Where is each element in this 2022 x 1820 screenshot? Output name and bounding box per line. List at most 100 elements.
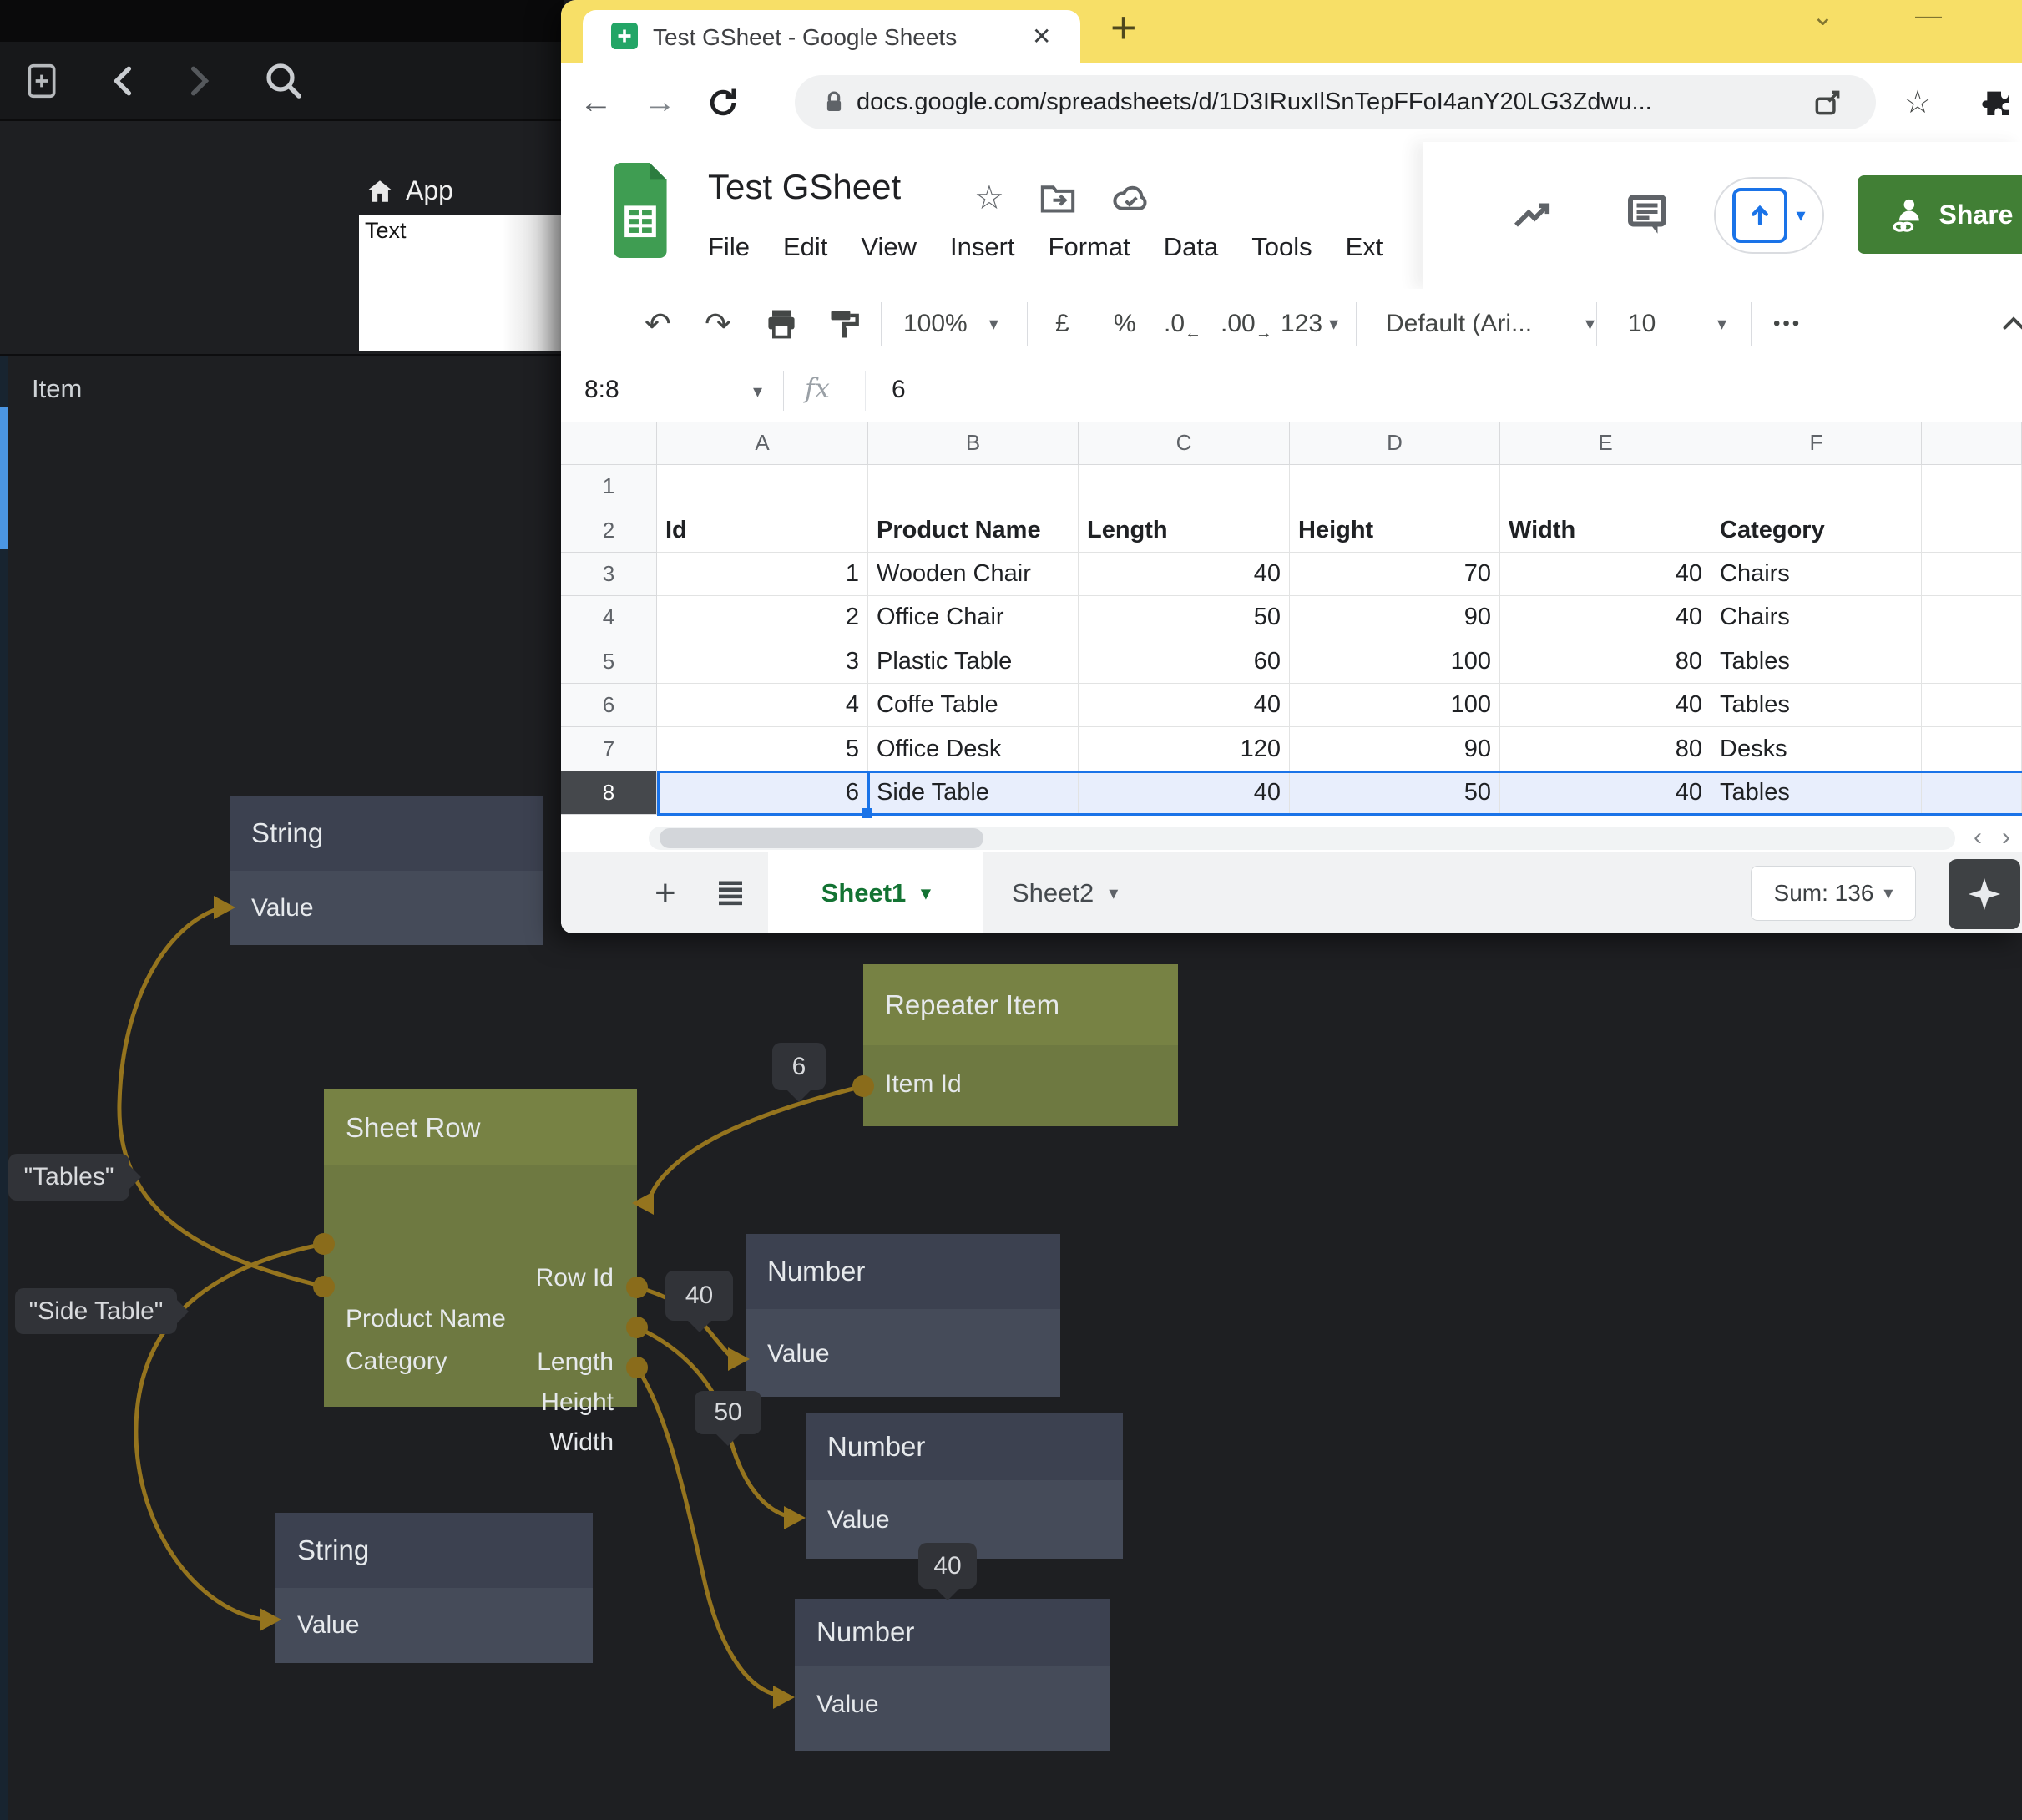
cell-B3[interactable]: Wooden Chair bbox=[868, 553, 1079, 596]
editor-scrollbar-thumb[interactable] bbox=[0, 407, 8, 549]
paint-format-icon[interactable] bbox=[826, 289, 863, 359]
extensions-puzzle-icon[interactable] bbox=[1980, 63, 2014, 142]
menu-view[interactable]: View bbox=[861, 232, 917, 262]
port-item-id[interactable]: Item Id bbox=[885, 1070, 962, 1099]
col-header-D[interactable]: D bbox=[1290, 422, 1500, 465]
menu-file[interactable]: File bbox=[708, 232, 750, 262]
cell-E2[interactable]: Width bbox=[1500, 508, 1711, 552]
cell-F5[interactable]: Tables bbox=[1711, 640, 1922, 684]
col-header-F[interactable]: F bbox=[1711, 422, 1922, 465]
share-button[interactable]: Share bbox=[1858, 175, 2022, 254]
format-currency-button[interactable]: £ bbox=[1055, 289, 1069, 359]
col-header-A[interactable]: A bbox=[657, 422, 868, 465]
move-folder-icon[interactable] bbox=[1039, 181, 1076, 215]
scroll-right-icon[interactable]: › bbox=[2002, 823, 2010, 852]
col-header-B[interactable]: B bbox=[868, 422, 1079, 465]
cell-C6[interactable]: 40 bbox=[1079, 684, 1290, 727]
cell-D4[interactable]: 90 bbox=[1290, 596, 1500, 640]
cell-A5[interactable]: 3 bbox=[657, 640, 868, 684]
cell-D2[interactable]: Height bbox=[1290, 508, 1500, 552]
cell-C4[interactable]: 50 bbox=[1079, 596, 1290, 640]
menu-ext[interactable]: Ext bbox=[1346, 232, 1383, 262]
node-string-top[interactable]: String Value bbox=[230, 796, 543, 945]
port-value[interactable]: Value bbox=[251, 894, 314, 923]
cell-C2[interactable]: Length bbox=[1079, 508, 1290, 552]
cell-D3[interactable]: 70 bbox=[1290, 553, 1500, 596]
browser-tab[interactable]: Test GSheet - Google Sheets ✕ bbox=[583, 10, 1080, 63]
cell-D7[interactable]: 90 bbox=[1290, 727, 1500, 771]
cell-A4[interactable]: 2 bbox=[657, 596, 868, 640]
port-row-id[interactable]: Row Id bbox=[536, 1264, 614, 1292]
cell-F8[interactable]: Tables bbox=[1711, 771, 1922, 815]
font-select[interactable]: Default (Ari...▾ bbox=[1386, 289, 1595, 359]
cell-C7[interactable]: 120 bbox=[1079, 727, 1290, 771]
all-sheets-icon[interactable] bbox=[713, 876, 748, 911]
row-header-2[interactable]: 2 bbox=[561, 508, 657, 552]
sheet-tab-sheet1[interactable]: Sheet1 ▾ bbox=[768, 852, 983, 933]
add-panel-icon[interactable] bbox=[23, 59, 60, 103]
cell-D1[interactable] bbox=[1290, 465, 1500, 508]
zoom-select[interactable]: 100%▾ bbox=[903, 289, 998, 359]
window-minimize-icon[interactable]: — bbox=[1915, 0, 1942, 31]
cell-F1[interactable] bbox=[1711, 465, 1922, 508]
format-percent-button[interactable]: % bbox=[1114, 289, 1136, 359]
cell-G5[interactable] bbox=[1922, 640, 2022, 684]
port-length[interactable]: Length bbox=[537, 1348, 614, 1377]
cell-C8[interactable]: 40 bbox=[1079, 771, 1290, 815]
cell-E8[interactable]: 40 bbox=[1500, 771, 1711, 815]
window-restore-icon[interactable]: ⌄ bbox=[1812, 0, 1834, 32]
name-box-caret-icon[interactable]: ▾ bbox=[753, 381, 762, 402]
star-doc-icon[interactable]: ☆ bbox=[974, 179, 1004, 217]
toolbar-overflow-button[interactable]: ••• bbox=[1773, 289, 1802, 359]
decrease-decimal-button[interactable]: .0← bbox=[1164, 289, 1201, 359]
new-tab-button[interactable]: + bbox=[1110, 2, 1137, 53]
cell-F4[interactable]: Chairs bbox=[1711, 596, 1922, 640]
scroll-left-icon[interactable]: ‹ bbox=[1974, 823, 1982, 852]
undo-icon[interactable]: ↶ bbox=[645, 289, 671, 359]
cell-B1[interactable] bbox=[868, 465, 1079, 508]
nav-back-icon[interactable]: ← bbox=[579, 63, 613, 142]
menu-data[interactable]: Data bbox=[1164, 232, 1218, 262]
fill-handle[interactable] bbox=[862, 808, 872, 818]
cell-C1[interactable] bbox=[1079, 465, 1290, 508]
node-number-width[interactable]: Number Value bbox=[795, 1599, 1110, 1751]
menu-format[interactable]: Format bbox=[1049, 232, 1130, 262]
cell-B4[interactable]: Office Chair bbox=[868, 596, 1079, 640]
forward-icon[interactable] bbox=[185, 63, 214, 99]
cell-A1[interactable] bbox=[657, 465, 868, 508]
cloud-status-icon[interactable] bbox=[1111, 181, 1151, 215]
port-value[interactable]: Value bbox=[816, 1691, 879, 1719]
col-header-E[interactable]: E bbox=[1500, 422, 1711, 465]
url-bar[interactable]: docs.google.com/spreadsheets/d/1D3IRuxIl… bbox=[795, 75, 1876, 129]
row-header-3[interactable]: 3 bbox=[561, 553, 657, 596]
cell-B5[interactable]: Plastic Table bbox=[868, 640, 1079, 684]
row-header-5[interactable]: 5 bbox=[561, 640, 657, 684]
port-category[interactable]: Category bbox=[346, 1347, 447, 1376]
row-header-8[interactable]: 8 bbox=[561, 771, 657, 815]
port-product-name[interactable]: Product Name bbox=[346, 1305, 506, 1333]
increase-decimal-button[interactable]: .00→ bbox=[1221, 289, 1272, 359]
cell-F2[interactable]: Category bbox=[1711, 508, 1922, 552]
collapse-toolbar-icon[interactable] bbox=[1999, 289, 2022, 359]
insights-icon[interactable] bbox=[1510, 192, 1557, 239]
port-value[interactable]: Value bbox=[827, 1506, 890, 1534]
doc-title[interactable]: Test GSheet bbox=[708, 167, 901, 207]
cell-E1[interactable] bbox=[1500, 465, 1711, 508]
node-string-bottom[interactable]: String Value bbox=[275, 1513, 593, 1663]
cell-E7[interactable]: 80 bbox=[1500, 727, 1711, 771]
menu-insert[interactable]: Insert bbox=[950, 232, 1015, 262]
cell-G1[interactable] bbox=[1922, 465, 2022, 508]
cell-A2[interactable]: Id bbox=[657, 508, 868, 552]
explore-button[interactable] bbox=[1949, 859, 2020, 929]
search-icon[interactable] bbox=[262, 59, 306, 103]
cell-F6[interactable]: Tables bbox=[1711, 684, 1922, 727]
nav-forward-icon[interactable]: → bbox=[643, 63, 676, 142]
row-header-6[interactable]: 6 bbox=[561, 684, 657, 727]
port-width[interactable]: Width bbox=[549, 1428, 614, 1457]
cell-A6[interactable]: 4 bbox=[657, 684, 868, 727]
cell-A7[interactable]: 5 bbox=[657, 727, 868, 771]
cell-G3[interactable] bbox=[1922, 553, 2022, 596]
cell-A3[interactable]: 1 bbox=[657, 553, 868, 596]
row-header-7[interactable]: 7 bbox=[561, 727, 657, 771]
share-page-icon[interactable] bbox=[1812, 87, 1843, 119]
